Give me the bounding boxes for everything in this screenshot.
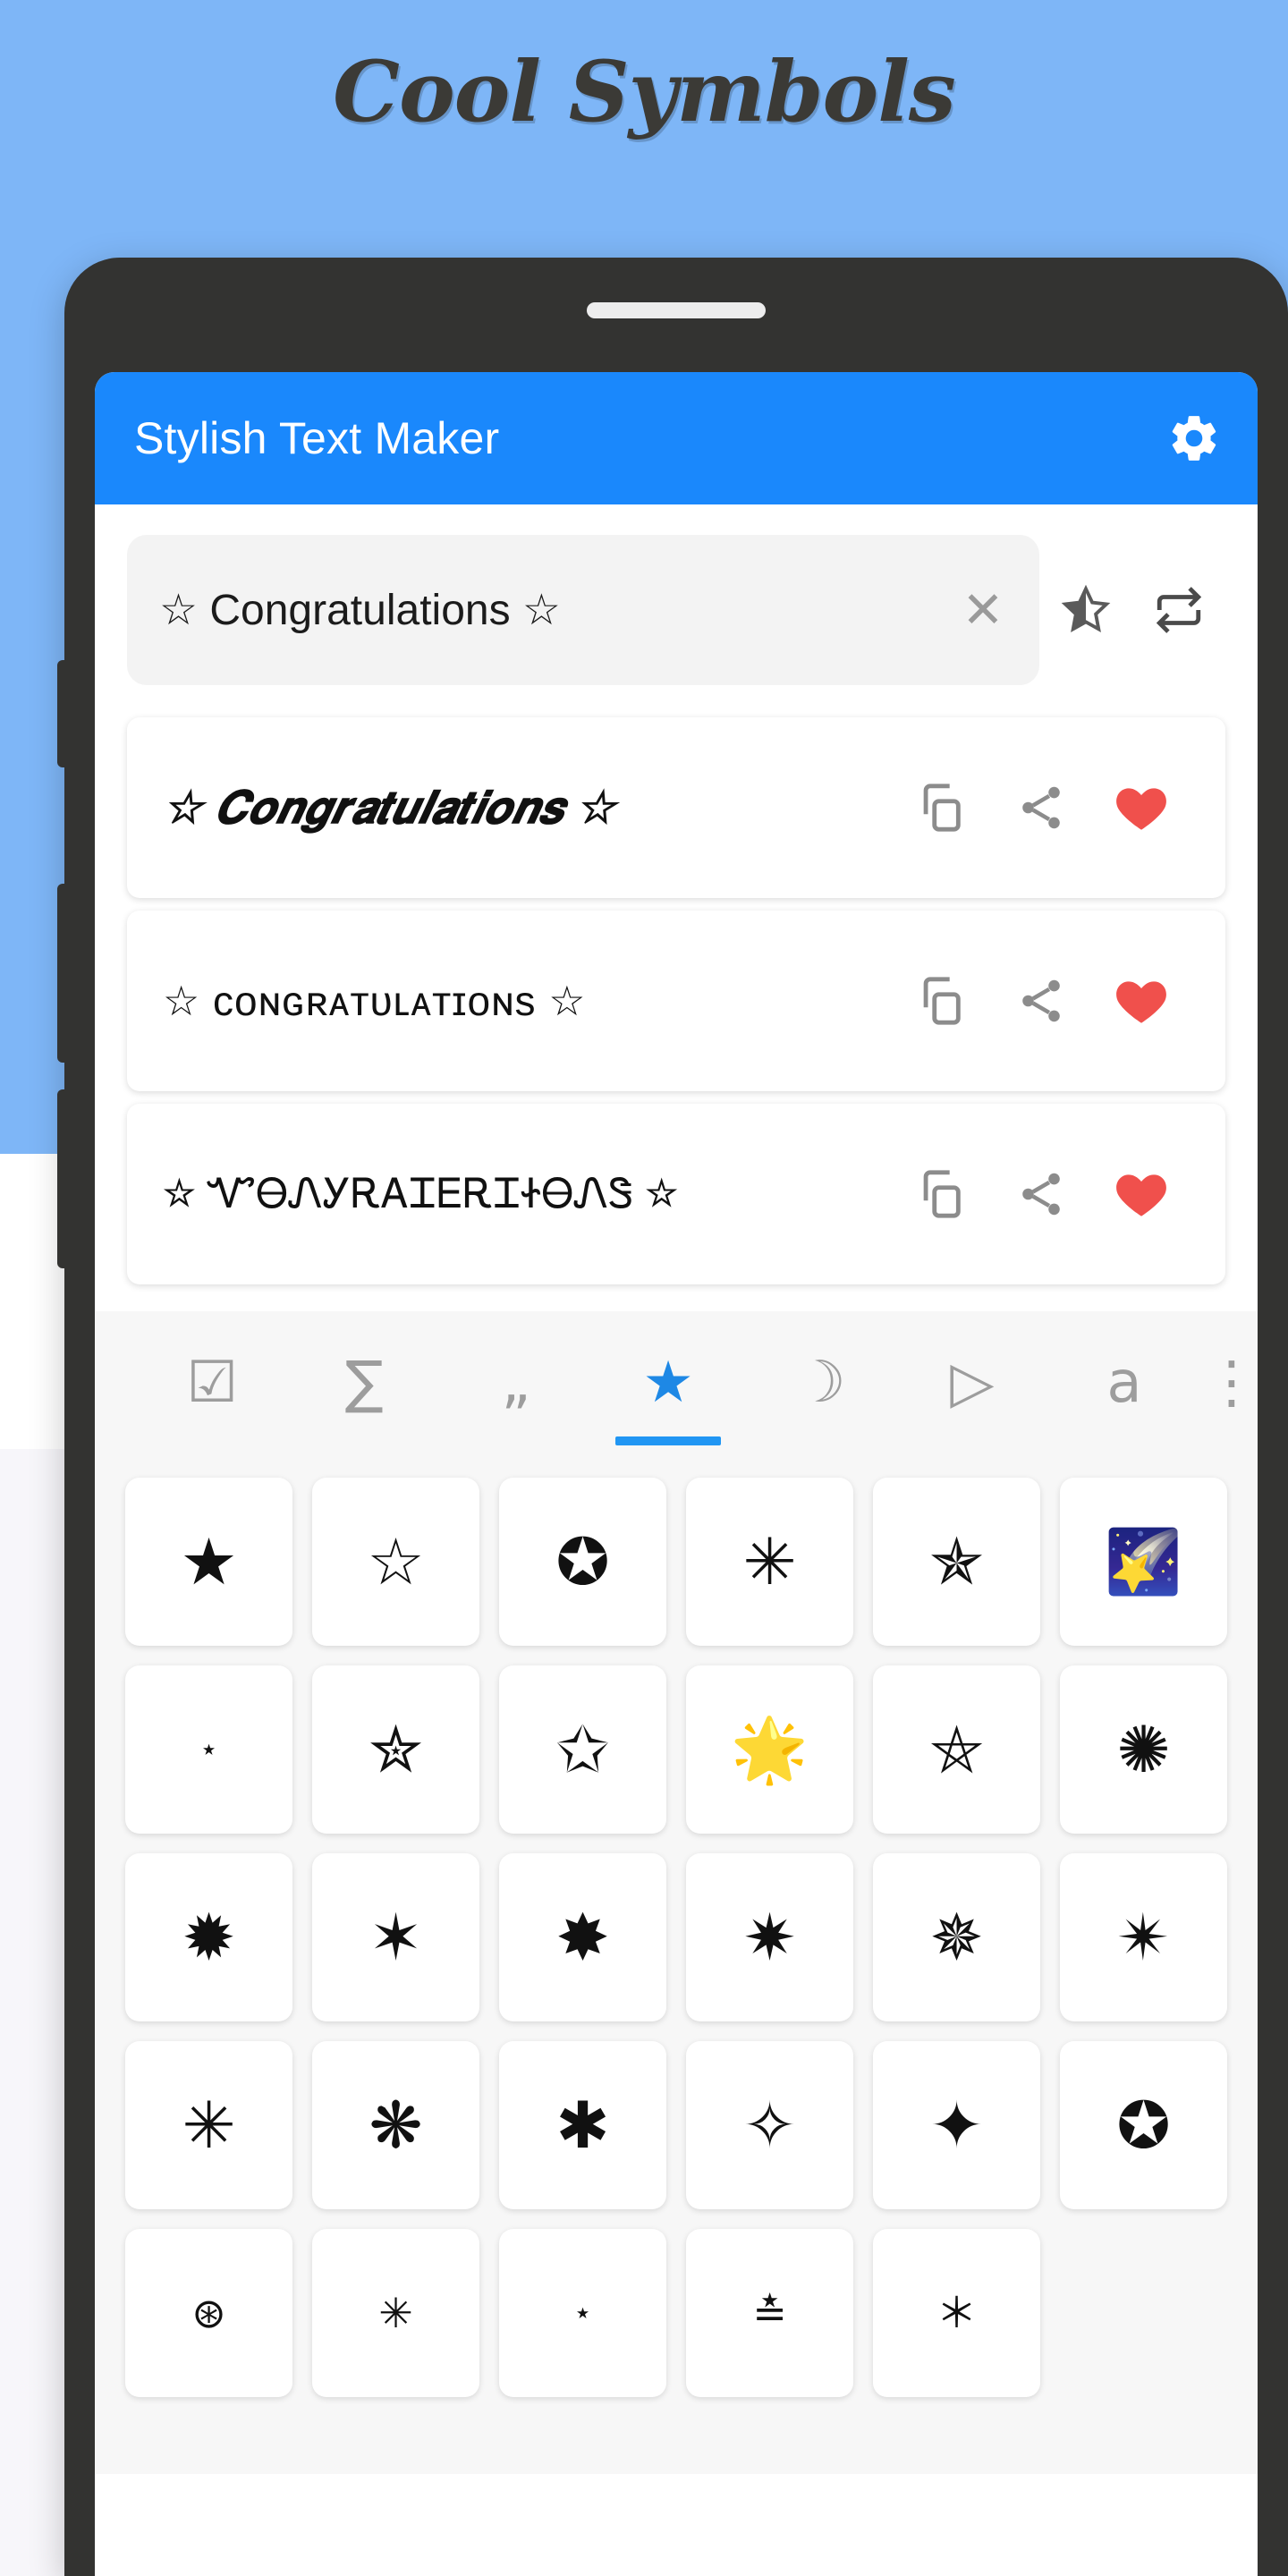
phone-speaker (587, 302, 766, 318)
symbol-cell[interactable]: ☆ (312, 1478, 479, 1646)
symbol-cell[interactable]: ≛ (686, 2229, 853, 2397)
symbol-cell[interactable]: ＊ (873, 2229, 1040, 2397)
symbol-cell[interactable]: ✧ (686, 2041, 853, 2209)
copy-button[interactable] (891, 951, 991, 1051)
symbol-cell[interactable]: ★ (125, 1478, 292, 1646)
symbol-cell[interactable]: ✪ (1060, 2041, 1227, 2209)
quote-icon: „ (501, 1350, 531, 1416)
symbol-cell[interactable]: ✳ (686, 1478, 853, 1646)
app-title: Stylish Text Maker (134, 413, 500, 463)
copy-button[interactable] (891, 1144, 991, 1244)
letter-a-icon: a (1106, 1350, 1142, 1416)
copy-icon (923, 1170, 961, 1218)
symbol-cell[interactable]: ⛤ (873, 1665, 1040, 1834)
share-icon (1022, 1173, 1060, 1216)
heart-icon (1116, 1174, 1166, 1216)
symbol-cell[interactable]: ✮ (312, 1665, 479, 1834)
symbol-cell[interactable]: ⋆ (499, 2229, 666, 2397)
category-tabs: ☑ ∑ „ ★ ☽ ▷ a ⋮ (95, 1311, 1258, 1454)
phone-screen: Stylish Text Maker ☆ Congratulations ☆ ✕ (95, 372, 1258, 2576)
symbol-cell[interactable]: ✳ (312, 2229, 479, 2397)
tab-more[interactable]: ⋮ (1200, 1311, 1258, 1454)
symbol-cell[interactable]: ✴ (1060, 1853, 1227, 2021)
table-row[interactable]: ☆ 𝑪𝒐𝒏𝒈𝒓𝒂𝒕𝒖𝒍𝒂𝒕𝒊𝒐𝒏𝒔 ☆ (127, 717, 1225, 898)
result-text: ☆ ᴄᴏɴɢʀᴀᴛᴜʟᴀᴛɪᴏɴѕ ☆ (163, 978, 587, 1024)
search-input[interactable]: ☆ Congratulations ☆ (159, 585, 957, 635)
symbol-cell[interactable]: ✦ (873, 2041, 1040, 2209)
symbol-cell[interactable]: ✹ (125, 1853, 292, 2021)
favorite-button[interactable] (1091, 758, 1191, 858)
symbol-cell[interactable]: ❋ (312, 2041, 479, 2209)
result-text: ☆ ᏉᎾᏁᎩᎡᎪᏆᎬᎡᏆᏐᎾᏁᏕ ☆ (163, 1170, 678, 1216)
tab-letters[interactable]: a (1048, 1311, 1200, 1454)
close-icon[interactable]: ✕ (957, 584, 1009, 636)
symbol-cell[interactable]: ✯ (873, 1478, 1040, 1646)
moon-icon: ☽ (794, 1350, 846, 1416)
table-row[interactable]: ☆ ᴄᴏɴɢʀᴀᴛᴜʟᴀᴛɪᴏɴѕ ☆ (127, 911, 1225, 1091)
share-button[interactable] (991, 758, 1091, 858)
heart-icon (1116, 981, 1166, 1023)
tab-stars[interactable]: ★ (592, 1311, 744, 1454)
copy-icon (923, 977, 961, 1025)
symbol-cell[interactable]: ✷ (686, 1853, 853, 2021)
copy-button[interactable] (891, 758, 991, 858)
share-button[interactable] (991, 1144, 1091, 1244)
favorite-button[interactable] (1091, 951, 1191, 1051)
result-text: ☆ 𝑪𝒐𝒏𝒈𝒓𝒂𝒕𝒖𝒍𝒂𝒕𝒊𝒐𝒏𝒔 ☆ (163, 782, 616, 833)
tab-quotes[interactable]: „ (440, 1311, 592, 1454)
tab-math[interactable]: ∑ (288, 1311, 440, 1454)
copy-icon (923, 784, 961, 832)
share-icon (1022, 979, 1060, 1022)
page-title: Cool Symbols (333, 43, 956, 141)
app-bar: Stylish Text Maker (95, 372, 1258, 504)
repeat-icon (1156, 587, 1202, 633)
phone-side-button-2 (57, 884, 68, 1063)
symbol-cell[interactable]: ✳ (125, 2041, 292, 2209)
tab-arrows[interactable]: ▷ (896, 1311, 1048, 1454)
settings-button[interactable] (1166, 411, 1222, 466)
search-field[interactable]: ☆ Congratulations ☆ ✕ (127, 535, 1039, 685)
symbol-cell[interactable]: ✪ (499, 1478, 666, 1646)
phone-mockup: Stylish Text Maker ☆ Congratulations ☆ ✕ (57, 258, 1288, 2576)
share-icon (1022, 786, 1060, 829)
favorite-star-button[interactable] (1039, 564, 1132, 657)
favorite-button[interactable] (1091, 1144, 1191, 1244)
sigma-icon: ∑ (344, 1350, 384, 1416)
phone-side-button-right (1284, 919, 1288, 1098)
results-list: ☆ 𝑪𝒐𝒏𝒈𝒓𝒂𝒕𝒖𝒍𝒂𝒕𝒊𝒐𝒏𝒔 ☆ ☆ ᴄᴏɴɢʀᴀᴛᴜʟᴀᴛɪᴏɴѕ ☆ … (95, 712, 1258, 1284)
star-icon: ★ (642, 1350, 694, 1416)
symbol-cell[interactable]: ✩ (499, 1665, 666, 1834)
share-button[interactable] (991, 951, 1091, 1051)
symbol-panel: ☑ ∑ „ ★ ☽ ▷ a ⋮ ★ ☆ ✪ ✳ ✯ 🌠 ⋆ ✮ ✩ 🌟 ⛤ ✺ … (95, 1311, 1258, 2474)
tab-moon[interactable]: ☽ (744, 1311, 896, 1454)
symbol-cell[interactable]: ✱ (499, 2041, 666, 2209)
symbol-cell[interactable]: ⊛ (125, 2229, 292, 2397)
symbol-cell[interactable]: ✵ (873, 1853, 1040, 2021)
favorite-star-icon (1061, 584, 1111, 632)
phone-side-button-3 (57, 1089, 68, 1268)
search-row: ☆ Congratulations ☆ ✕ (95, 504, 1258, 712)
triangle-icon: ▷ (950, 1350, 995, 1416)
symbol-cell[interactable]: ✶ (312, 1853, 479, 2021)
checkbox-icon: ☑ (186, 1350, 238, 1416)
more-vertical-icon: ⋮ (1203, 1350, 1258, 1416)
repeat-button[interactable] (1132, 564, 1225, 657)
heart-icon (1116, 788, 1166, 830)
table-row[interactable]: ☆ ᏉᎾᏁᎩᎡᎪᏆᎬᎡᏆᏐᎾᏁᏕ ☆ (127, 1104, 1225, 1284)
symbol-cell[interactable]: ✺ (1060, 1665, 1227, 1834)
symbol-cell[interactable]: ✸ (499, 1853, 666, 2021)
symbol-cell[interactable]: 🌠 (1060, 1478, 1227, 1646)
symbol-cell[interactable]: 🌟 (686, 1665, 853, 1834)
phone-side-button-1 (57, 660, 68, 767)
symbol-cell-empty (1060, 2229, 1227, 2397)
tab-checkbox[interactable]: ☑ (136, 1311, 288, 1454)
symbol-cell[interactable]: ⋆ (125, 1665, 292, 1834)
gear-icon (1172, 416, 1216, 461)
symbol-grid: ★ ☆ ✪ ✳ ✯ 🌠 ⋆ ✮ ✩ 🌟 ⛤ ✺ ✹ ✶ ✸ ✷ ✵ ✴ ✳ ❋ (95, 1454, 1258, 2424)
